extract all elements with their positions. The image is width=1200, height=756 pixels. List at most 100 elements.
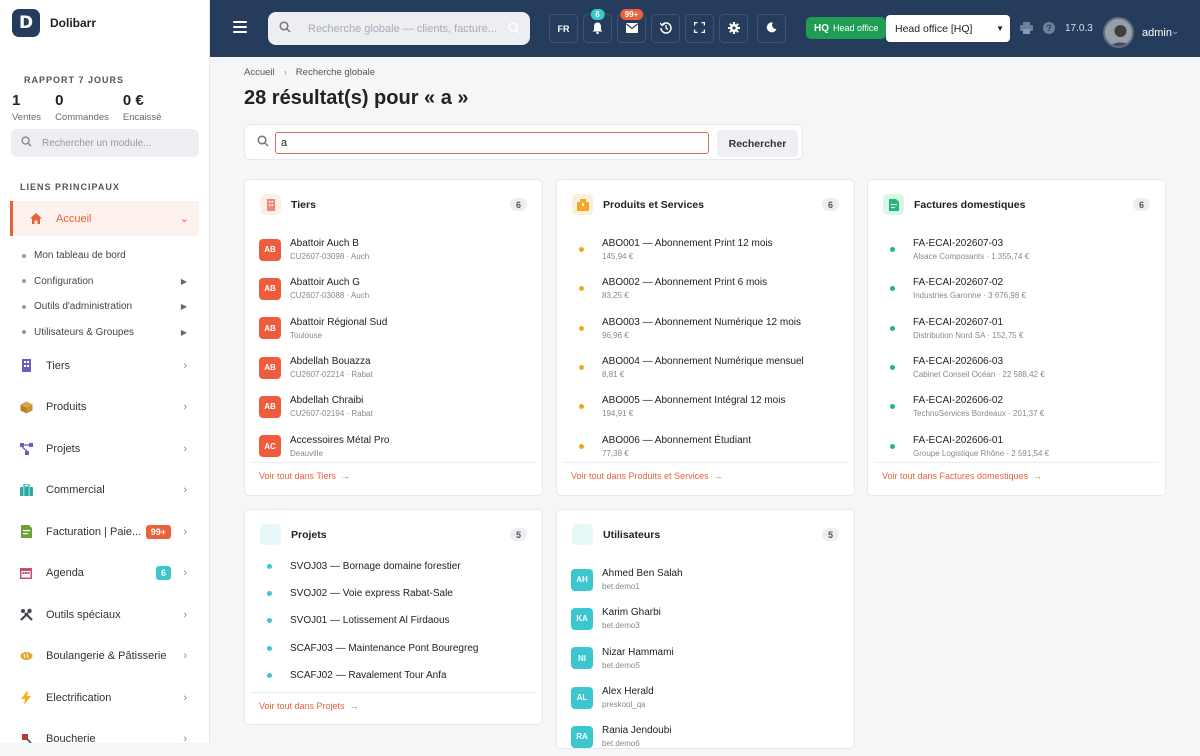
sidebar-subitem-dashboard[interactable]: Mon tableau de bord (0, 243, 209, 269)
result-row[interactable]: NI Nizar Hammami bet.demo5 (571, 639, 841, 678)
result-subtitle: CU2607-03088 · Auch (290, 291, 370, 301)
result-row[interactable]: AH Ahmed Ben Salah bet.demo1 (571, 560, 841, 599)
result-row[interactable]: ABO001 — Abonnement Print 12 mois 145,94 … (571, 230, 841, 269)
user-name[interactable]: admin (1142, 27, 1172, 39)
result-subtitle: 8,81 € (602, 370, 625, 380)
sidebar-item-accueil[interactable]: Accueil ⌄ (10, 201, 199, 236)
sidebar-item-outils-speciaux[interactable]: Outils spéciaux › (0, 594, 209, 636)
result-row[interactable]: KA Karim Gharbi bet.demo3 (571, 599, 841, 638)
result-row[interactable]: FA-ECAI-202606-01 Groupe Logistique Rhône… (882, 426, 1152, 465)
view-all-link[interactable]: Voir tout dans Produits et Services → (563, 462, 848, 488)
user-avatar[interactable] (1103, 17, 1134, 48)
view-all-link[interactable]: Voir tout dans Projets → (251, 692, 536, 718)
result-row[interactable]: FA-ECAI-202606-02 TechnoServices Bordeaux… (882, 387, 1152, 426)
result-row[interactable]: SCAFJ02 — Ravalement Tour Anfa (259, 662, 529, 689)
dark-mode-button[interactable] (757, 14, 786, 43)
result-row[interactable]: ABO006 — Abonnement Étudiant 77,38 € (571, 426, 841, 465)
help-icon[interactable]: ? (1043, 22, 1055, 34)
result-row[interactable]: AB Abattoir Régional Sud Toulouse (259, 309, 529, 348)
search-icon (21, 136, 32, 150)
result-row[interactable]: RA Rania Jendoubi bet.demo6 (571, 717, 841, 756)
search-submit-icon[interactable] (508, 22, 520, 37)
result-title: Rania Jendoubi (602, 725, 672, 737)
notifications-button[interactable]: 6 (583, 8, 612, 43)
bullet-icon (890, 286, 895, 292)
sidebar-item-agenda[interactable]: Agenda 6 › (0, 553, 209, 595)
bread-icon (19, 649, 33, 663)
bullet-icon (22, 279, 26, 284)
result-row[interactable]: AC Accessoires Métal Pro Deauville (259, 426, 529, 465)
brand[interactable]: D Dolibarr (0, 0, 209, 46)
result-row[interactable]: AB Abattoir Auch G CU2607-03088 · Auch (259, 269, 529, 308)
sidebar-subitem-configuration[interactable]: Configuration ▶ (0, 269, 209, 295)
sidebar-item-electrification[interactable]: Electrification › (0, 677, 209, 719)
dolibarr-logo: D (12, 9, 40, 37)
search-query-input[interactable]: a (275, 132, 709, 154)
sidebar-item-boucherie[interactable]: Boucherie › (0, 719, 209, 743)
card-header: Factures domestiques (883, 194, 1025, 215)
sidebar-item-boulangerie[interactable]: Boulangerie & Pâtisserie › (0, 636, 209, 678)
project-icon (260, 524, 281, 545)
result-row[interactable]: AB Abdellah Chraibi CU2607-02194 · Rabat (259, 387, 529, 426)
result-row[interactable]: ABO005 — Abonnement Intégral 12 mois 194,… (571, 387, 841, 426)
head-office-badge[interactable]: HQ Head office (806, 17, 887, 39)
result-row[interactable]: FA-ECAI-202606-03 Cabinet Conseil Océan ·… (882, 348, 1152, 387)
meat-icon (19, 732, 33, 743)
hamburger-menu-icon[interactable] (233, 21, 247, 36)
avatar: AB (259, 277, 281, 300)
module-search-input[interactable]: Rechercher un module... (11, 129, 199, 157)
result-row[interactable]: SVOJ02 — Voie express Rabat-Sale (259, 580, 529, 607)
avatar: KA (571, 607, 593, 630)
sidebar-item-commercial[interactable]: Commercial › (0, 470, 209, 512)
result-subtitle: 96,96 € (602, 330, 629, 340)
result-row[interactable]: ABO002 — Abonnement Print 6 mois 83,25 € (571, 269, 841, 308)
view-all-link[interactable]: Voir tout dans Tiers → (251, 462, 536, 488)
chevron-right-icon: › (183, 484, 187, 497)
language-button[interactable]: FR (549, 14, 578, 43)
result-row[interactable]: ABO003 — Abonnement Numérique 12 mois 96,… (571, 309, 841, 348)
result-row[interactable]: FA-ECAI-202607-02 Industries Garonne · 3 … (882, 269, 1152, 308)
result-row[interactable]: AB Abattoir Auch B CU2607-03098 · Auch (259, 230, 529, 269)
search-button[interactable]: Rechercher (717, 130, 798, 157)
entity-select[interactable]: Head office [HQ] ▼ (886, 15, 1010, 42)
calendar-icon (19, 566, 33, 580)
result-row[interactable]: AB Abdellah Bouazza CU2607-02214 · Rabat (259, 348, 529, 387)
settings-button[interactable] (719, 14, 748, 43)
sidebar-item-facturation[interactable]: Facturation | Paie... 99+ › (0, 511, 209, 553)
sidebar-item-produits[interactable]: Produits › (0, 387, 209, 429)
global-search-input[interactable]: Recherche globale — clients, facture... (268, 12, 530, 45)
result-row[interactable]: FA-ECAI-202607-03 Alsace Composants · 1 3… (882, 230, 1152, 269)
result-row[interactable]: ABO004 — Abonnement Numérique mensuel 8,8… (571, 348, 841, 387)
card-header: Tiers (260, 194, 316, 215)
card-title: Projets (291, 528, 327, 541)
printer-icon[interactable] (1020, 22, 1033, 37)
card-title: Produits et Services (603, 198, 704, 211)
result-subtitle: 194,91 € (602, 409, 634, 419)
result-subtitle: CU2607-02194 · Rabat (290, 409, 373, 419)
view-all-link[interactable]: Voir tout dans Factures domestiques → (874, 462, 1159, 488)
sidebar-item-projets[interactable]: Projets › (0, 428, 209, 470)
sidebar-item-tiers[interactable]: Tiers › (0, 345, 209, 387)
caret-right-icon: ▶ (180, 302, 187, 312)
result-subtitle: 83,25 € (602, 291, 629, 301)
chevron-down-icon[interactable]: ⌄ (1171, 26, 1179, 37)
messages-button[interactable]: 99+ (617, 8, 646, 43)
result-row[interactable]: SCAFJ03 — Maintenance Pont Bouregreg (259, 635, 529, 662)
chevron-right-icon: › (183, 359, 187, 372)
result-row[interactable]: FA-ECAI-202607-01 Distribution Nord SA · … (882, 309, 1152, 348)
result-row[interactable]: SVOJ03 — Bornage domaine forestier (259, 553, 529, 580)
bolt-icon (19, 690, 33, 705)
sidebar-subitem-users-groups[interactable]: Utilisateurs & Groupes ▶ (0, 320, 209, 346)
result-row[interactable]: AL Alex Herald preskool_qa (571, 678, 841, 717)
breadcrumb-home[interactable]: Accueil (244, 67, 275, 78)
result-subtitle: Groupe Logistique Rhône · 2 591,54 € (913, 448, 1050, 458)
result-row[interactable]: SVOJ01 — Lotissement Al Firdaous (259, 607, 529, 634)
chevron-right-icon: › (183, 691, 187, 704)
fullscreen-button[interactable] (685, 14, 714, 43)
sidebar-subitem-admin-tools[interactable]: Outils d'administration ▶ (0, 294, 209, 320)
result-title: Abdellah Chraibi (290, 395, 364, 407)
result-subtitle: CU2607-03098 · Auch (290, 252, 370, 262)
bullet-icon (267, 591, 272, 597)
avatar: AB (259, 395, 281, 418)
history-button[interactable] (651, 14, 680, 43)
